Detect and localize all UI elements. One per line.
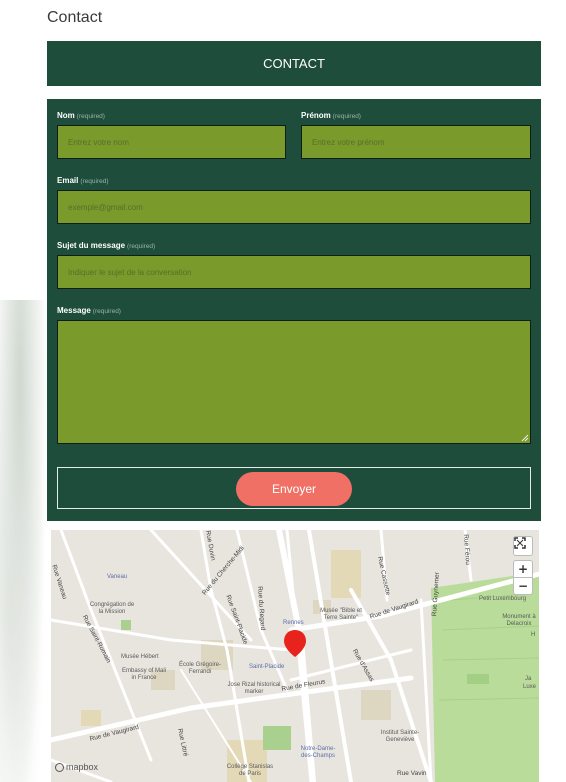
place-label: Luxe — [523, 684, 537, 690]
fullscreen-button[interactable] — [513, 536, 533, 556]
fullscreen-icon — [514, 537, 526, 549]
place-label: Institut Sainte-Geneviève — [380, 730, 420, 743]
zoom-out-button[interactable]: − — [513, 577, 533, 595]
mapbox-logo[interactable]: mapbox — [55, 762, 98, 772]
message-textarea[interactable] — [57, 320, 531, 444]
place-label: École Grégoire-Ferrandi — [178, 662, 222, 675]
prenom-placeholder: Entrez votre prénom — [312, 137, 385, 147]
required-tag: (required) — [80, 178, 109, 185]
sujet-label-text: Sujet du message — [57, 241, 126, 250]
nom-label-text: Nom — [57, 111, 75, 120]
contact-banner: CONTACT — [47, 41, 541, 86]
place-label: Jose Rizal historical marker — [227, 682, 281, 695]
required-tag: (required) — [332, 113, 361, 120]
map[interactable]: Rue Vaneau Rue Saint-Romain Rue du Cherc… — [51, 530, 539, 782]
place-label: Ja — [525, 676, 532, 682]
email-label-text: Email — [57, 176, 79, 185]
email-placeholder: exemple@gmail.com — [68, 202, 143, 212]
background-blur — [0, 300, 46, 782]
message-label: Message (required) — [57, 306, 121, 315]
resize-handle-icon[interactable] — [521, 434, 529, 442]
nom-label: Nom (required) — [57, 111, 105, 120]
nom-placeholder: Entrez votre nom — [68, 137, 129, 147]
place-label: Notre-Dame-des-Champs — [300, 746, 336, 759]
place-label: Congrégation de la Mission — [89, 602, 135, 615]
prenom-label: Prénom (required) — [301, 111, 361, 120]
place-label: Embassy of Mali in France — [121, 668, 166, 681]
submit-button[interactable]: Envoyer — [236, 472, 352, 506]
place-label: Musée "Bible et Terre Sainte" — [320, 608, 362, 621]
email-label: Email (required) — [57, 176, 109, 185]
prenom-label-text: Prénom — [301, 111, 331, 120]
place-label: Petit Luxembourg — [479, 596, 527, 602]
required-tag: (required) — [76, 113, 105, 120]
sujet-label: Sujet du message (required) — [57, 241, 155, 250]
place-label: H — [531, 632, 536, 638]
email-input[interactable]: exemple@gmail.com — [57, 190, 531, 224]
contact-form: Nom (required) Entrez votre nom Prénom (re… — [47, 99, 541, 521]
page-title: Contact — [47, 9, 103, 26]
place-label: Collège Stanislas de Paris — [226, 764, 274, 777]
contact-banner-label: CONTACT — [263, 56, 325, 71]
prenom-input[interactable]: Entrez votre prénom — [301, 125, 531, 159]
submit-container: Envoyer — [57, 467, 531, 509]
mapbox-text: mapbox — [66, 762, 99, 772]
place-label: Monument à Delacroix — [502, 614, 536, 627]
nom-input[interactable]: Entrez votre nom — [57, 125, 286, 159]
street-label: Rue Vavin — [397, 770, 427, 777]
zoom-in-button[interactable]: + — [513, 560, 533, 578]
place-label: Musée Hébert — [121, 654, 159, 660]
message-label-text: Message — [57, 306, 91, 315]
mapbox-icon — [55, 762, 64, 772]
required-tag: (required) — [127, 243, 156, 250]
sujet-placeholder: Indiquer le sujet de la conversation — [68, 267, 192, 277]
place-label: Saint-Placide — [249, 664, 285, 670]
required-tag: (required) — [92, 308, 121, 315]
sujet-input[interactable]: Indiquer le sujet de la conversation — [57, 255, 531, 289]
place-label: Rennes — [283, 620, 304, 626]
place-label: Vaneau — [107, 574, 128, 580]
